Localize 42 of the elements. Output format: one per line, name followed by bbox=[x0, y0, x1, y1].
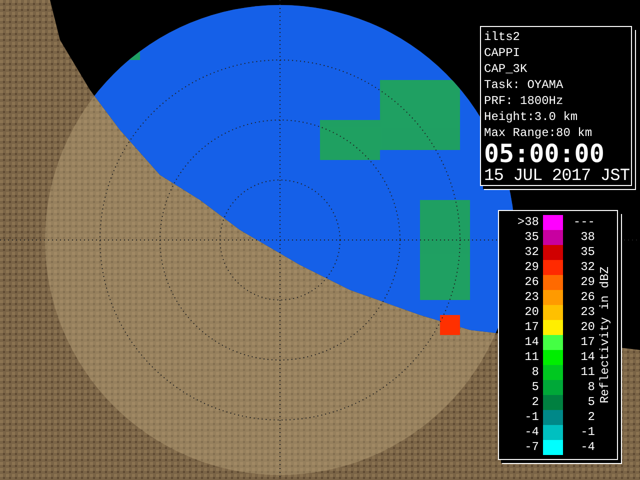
legend-value: 17 bbox=[580, 335, 595, 350]
info-text: Task: OYAMA bbox=[484, 77, 564, 93]
legend-value: 11 bbox=[524, 350, 539, 365]
legend-value: -7 bbox=[524, 440, 539, 455]
legend-value: 5 bbox=[530, 380, 539, 395]
legend-title: Reflectivity in dBZ bbox=[598, 266, 612, 404]
legend-value: 29 bbox=[580, 275, 595, 290]
legend-value: 20 bbox=[524, 305, 539, 320]
legend-value: 5 bbox=[586, 395, 595, 410]
legend-value: 26 bbox=[524, 275, 539, 290]
legend-value: 23 bbox=[524, 290, 539, 305]
legend-value: -1 bbox=[580, 425, 595, 440]
info-text: CAP_3K bbox=[484, 61, 528, 77]
legend-value: -4 bbox=[580, 440, 595, 455]
legend-value: 11 bbox=[580, 365, 595, 380]
info-text: ilts2 bbox=[484, 29, 522, 45]
legend-value: 26 bbox=[580, 290, 595, 305]
legend-value: 2 bbox=[586, 410, 595, 425]
legend-value: 23 bbox=[580, 305, 595, 320]
legend-value: 14 bbox=[580, 350, 595, 365]
legend-value: -4 bbox=[524, 425, 539, 440]
legend-value: 35 bbox=[580, 245, 595, 260]
legend-value: 17 bbox=[524, 320, 539, 335]
legend-value: 29 bbox=[524, 260, 539, 275]
legend-value: 35 bbox=[524, 230, 539, 245]
legend-value: >38 bbox=[516, 215, 539, 230]
legend-value: 20 bbox=[580, 320, 595, 335]
legend-value: -1 bbox=[524, 410, 539, 425]
legend-value: 8 bbox=[530, 365, 539, 380]
info-text: CAPPI bbox=[484, 45, 522, 61]
info-text: Max Range:80 km bbox=[484, 125, 594, 141]
date-text: 15 JUL 2017 JST bbox=[484, 167, 628, 186]
legend-value: 8 bbox=[586, 380, 595, 395]
time-text: 05:00:00 bbox=[484, 141, 606, 167]
legend-value: --- bbox=[572, 215, 595, 230]
info-text: PRF: 1800Hz bbox=[484, 93, 564, 109]
legend-value: 14 bbox=[524, 335, 539, 350]
legend-value: 2 bbox=[530, 395, 539, 410]
legend-value: 32 bbox=[580, 260, 595, 275]
legend-value: 38 bbox=[580, 230, 595, 245]
info-text: Height:3.0 km bbox=[484, 109, 579, 125]
legend-value: 32 bbox=[524, 245, 539, 260]
